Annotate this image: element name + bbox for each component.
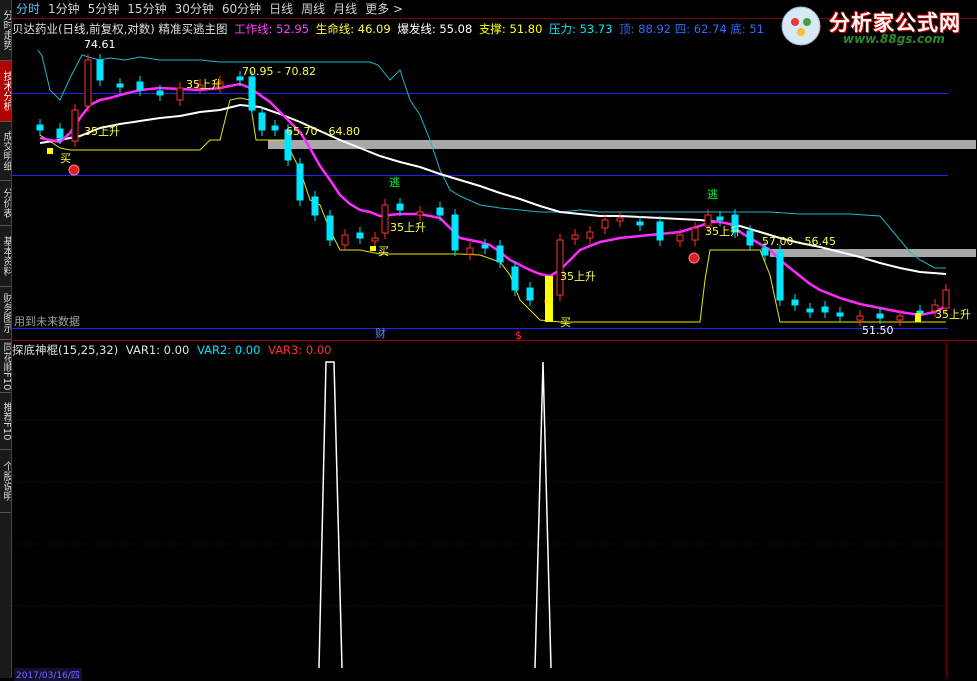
support-line [39,97,946,323]
candle-body [356,232,364,239]
candle-body [876,313,884,319]
candle-body [776,250,784,301]
buy-bar-4 [915,313,921,322]
candle-body [691,227,699,241]
candle-body [856,315,864,321]
future-data-note: 用到未来数据 [14,314,80,328]
work-ma-line [39,82,947,317]
pressure-band-lower [770,249,976,257]
candle-body [56,128,64,139]
rise-label-2: 35上升 [84,125,120,138]
buy-label-3: 买 [560,316,571,329]
candle-body [341,234,349,246]
pressure-band-upper [268,140,976,149]
escape-label-2: 逃 [707,188,718,201]
var3-value: VAR3: 0.00 [268,343,332,357]
sub-indicator-title: 探底神棍(15,25,32) [12,343,119,357]
rise-label-4: 35上升 [560,270,596,283]
chart-canvas[interactable]: 74.61 35上升 35上升 70.95 - 70.82 65.70 - 64… [0,0,977,678]
candle-body [526,287,534,301]
range-label-1: 70.95 - 70.82 [242,65,316,78]
escape-label-1: 逃 [389,176,400,189]
candle-body [481,244,489,249]
candle-body [84,59,92,107]
candle-body [761,247,769,256]
rise-label-1: 35上升 [186,78,222,91]
candle-body [511,266,519,291]
candle-body [571,234,579,240]
rise-label-5: 35上升 [705,225,741,238]
candle-body [271,125,279,131]
buy-bar-2 [370,246,376,251]
site-logo: 分析家公式网 www.88gs.com [777,2,973,48]
candle-body [806,308,814,313]
candle-body [496,245,504,263]
candle-body [586,231,594,239]
range-label-3: 57.00 - 56.45 [762,235,836,248]
logo-mascot-icon [781,6,821,46]
candle-body [71,109,79,142]
candle-body [248,76,256,111]
candle-body [601,219,609,229]
signal-ball-2 [688,252,700,264]
candle-body [821,306,829,313]
candle-body [258,112,266,131]
finance-marker: 财 [375,326,386,340]
candle-body [436,207,444,216]
candle-body [36,124,44,131]
sub-indicator-info: 探底神棍(15,25,32) VAR1: 0.00 VAR2: 0.00 VAR… [12,342,336,358]
candle-body [942,289,950,309]
buy-label-2: 买 [378,245,389,258]
low-price-label: 51.50 [862,324,894,337]
candle-body [136,81,144,91]
candle-body [381,204,389,234]
candle-body [791,299,799,306]
candle-body [96,59,104,81]
candle-body [656,221,664,241]
var1-spike-1 [318,361,343,669]
candle-body [556,239,564,296]
var1-value: VAR1: 0.00 [125,343,190,357]
candle-body [896,315,904,321]
life-ma-line [39,103,947,275]
rise-label-3: 35上升 [390,221,426,234]
var1-spike-2 [534,361,552,669]
candle-body [296,163,304,201]
rise-label-6: 35上升 [935,308,971,321]
candle-body [116,83,124,88]
candle-body [636,221,644,226]
candle-body [451,214,459,251]
sub-grid [12,419,946,607]
candle-body [156,90,164,96]
candle-body [676,234,684,242]
candle-body [416,211,424,216]
candle-body [311,196,319,216]
range-label-2: 65.70 - 64.80 [286,125,360,138]
candle-body [466,247,474,255]
candle-body [326,215,334,241]
buy-bar-1 [47,148,53,154]
candle-body [716,216,724,221]
buy-label-1: 买 [60,152,71,165]
bottom-date-label: 2017/03/16/四 [14,668,82,681]
dollar-marker: $ [515,329,522,342]
signal-ball-1 [68,164,80,176]
candle-body [836,312,844,317]
var2-value: VAR2: 0.00 [196,343,261,357]
candle-body [176,87,184,101]
buy-bar-3 [545,276,553,322]
logo-url: www.88gs.com [843,32,945,46]
candle-body [371,237,379,242]
high-price-label: 74.61 [84,38,116,51]
candle-body [616,217,624,222]
candle-body [746,230,754,246]
candle-body [396,203,404,211]
